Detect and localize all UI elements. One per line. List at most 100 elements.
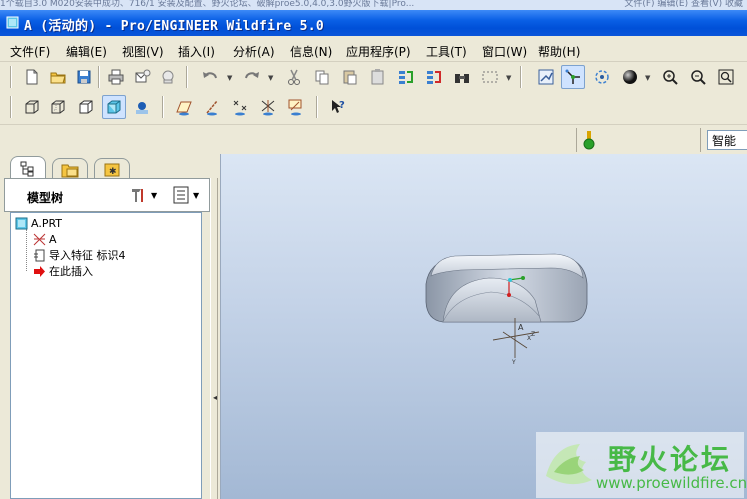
no-hidden-button[interactable] [74, 95, 98, 119]
shaded-cube-icon [107, 100, 121, 114]
send-email-button[interactable] [130, 65, 154, 89]
strip-divider [700, 128, 701, 152]
toolbar-separator [186, 66, 188, 88]
model-tree-title: 模型树 [27, 191, 64, 205]
new-button[interactable] [20, 65, 44, 89]
menu-window[interactable]: 窗口(W) [482, 43, 527, 60]
tab-folder-browser[interactable] [52, 158, 88, 180]
print-button[interactable] [104, 65, 128, 89]
wireframe-cube-icon [25, 100, 39, 114]
orient-mode-button[interactable] [590, 65, 614, 89]
tools-hammer-icon [132, 189, 143, 202]
undo-dropdown-icon[interactable]: ▼ [227, 74, 232, 82]
annotation-toggle[interactable] [284, 95, 308, 119]
tree-item-csys[interactable]: A [33, 231, 57, 247]
regen-manager-button[interactable] [422, 65, 446, 89]
hidden-line-button[interactable] [46, 95, 70, 119]
csys-toggle[interactable] [256, 95, 280, 119]
tab-favorites[interactable]: ✱ [94, 158, 130, 180]
menu-edit[interactable]: 编辑(E) [66, 43, 107, 60]
tree-item-label: 在此插入 [49, 265, 93, 278]
paste-special-button[interactable] [366, 65, 390, 89]
selection-filter-select[interactable]: 智能 [707, 130, 747, 150]
redo-icon [245, 72, 259, 79]
tree-item-import-feature[interactable]: 导入特征 标识4 [33, 247, 126, 263]
csys-name-label: A [518, 323, 524, 332]
saved-views-button[interactable] [130, 95, 154, 119]
copy-icon [315, 70, 329, 85]
save-button[interactable] [72, 65, 96, 89]
select-box-dropdown-icon[interactable]: ▼ [506, 74, 511, 82]
navigator-tabs: ✱ [0, 154, 220, 180]
tree-item-part[interactable]: A.PRT [15, 215, 62, 231]
menu-insert[interactable]: 插入(I) [178, 43, 215, 60]
datum-point-icon [233, 100, 247, 116]
datum-points-toggle[interactable] [228, 95, 252, 119]
insert-here-arrow-icon [34, 265, 45, 277]
context-help-button[interactable]: ? [326, 95, 350, 119]
tree-item-label: 导入特征 标识4 [49, 249, 126, 262]
undo-button[interactable] [198, 65, 222, 89]
import-feature-icon [34, 249, 45, 261]
zoom-out-icon [691, 70, 706, 85]
tab-model-tree[interactable] [10, 156, 46, 180]
csys-icon [33, 233, 46, 245]
background-browser-strip: 1个载自3.0 M020安装中成功、716/1 安装及配置、野火论坛、破解pro… [0, 0, 747, 10]
cut-button[interactable] [282, 65, 306, 89]
model-tree-tab-icon [20, 161, 34, 176]
menu-info[interactable]: 信息(N) [290, 43, 332, 60]
tree-item-label: A [49, 232, 57, 246]
paste-button[interactable] [338, 65, 362, 89]
regenerate-button[interactable] [394, 65, 418, 89]
shading-button[interactable] [102, 95, 126, 119]
tree-item-insert-here[interactable]: 在此插入 [33, 263, 93, 279]
toolbar-grip[interactable] [10, 96, 12, 118]
settings-dropdown-icon: ▼ [151, 190, 158, 200]
menu-help[interactable]: 帮助(H) [538, 43, 580, 60]
redo-dropdown-icon[interactable]: ▼ [268, 74, 273, 82]
menu-file[interactable]: 文件(F) [10, 43, 50, 60]
spin-center-button[interactable] [561, 65, 585, 89]
model-tree-settings-button[interactable]: ▼ [129, 184, 165, 206]
appearance-dropdown-icon[interactable]: ▼ [645, 74, 650, 82]
toolbar-grip[interactable] [10, 66, 12, 88]
open-button[interactable] [46, 65, 70, 89]
appearance-button[interactable] [618, 65, 642, 89]
title-bar[interactable]: A (活动的) - Pro/ENGINEER Wildfire 5.0 [0, 10, 747, 36]
repaint-button[interactable] [534, 65, 558, 89]
datum-axes-toggle[interactable] [200, 95, 224, 119]
saved-views-icon [136, 102, 148, 114]
menu-applications[interactable]: 应用程序(P) [346, 43, 411, 60]
select-box-button[interactable] [478, 65, 502, 89]
wireframe-button[interactable] [20, 95, 44, 119]
spin-center-icon [565, 69, 580, 84]
toolbars: ▼ ▼ ▼ ▼ ? [0, 62, 747, 124]
menu-analysis[interactable]: 分析(A) [233, 43, 275, 60]
navigator-splitter[interactable]: ◂ [210, 178, 218, 499]
model-tree-show-button[interactable]: ▼ [171, 184, 207, 206]
send-link-button[interactable] [156, 65, 180, 89]
find-button[interactable] [450, 65, 474, 89]
datum-planes-toggle[interactable] [172, 95, 196, 119]
menu-tools[interactable]: 工具(T) [426, 43, 467, 60]
menu-view[interactable]: 视图(V) [122, 43, 164, 60]
proe-window: 1个载自3.0 M020安装中成功、716/1 安装及配置、野火论坛、破解pro… [0, 0, 747, 499]
tree-connector [26, 229, 27, 271]
copy-button[interactable] [310, 65, 334, 89]
zoom-in-button[interactable] [658, 65, 682, 89]
email-link-icon [162, 70, 174, 84]
zoom-out-button[interactable] [686, 65, 710, 89]
scissors-icon [288, 69, 300, 85]
window-title: A (活动的) - Pro/ENGINEER Wildfire 5.0 [24, 19, 324, 34]
collapse-arrow-icon: ◂ [213, 393, 218, 402]
toolbar-separator [162, 96, 164, 118]
redo-button[interactable] [240, 65, 264, 89]
part-icon [15, 217, 28, 229]
navigator-panel: ✱ 模型树 ▼ ▼ A.PRT A 导入特征 标识4 在此插入 ◂ [0, 154, 220, 499]
toolbar-separator [520, 66, 522, 88]
sphere-appearance-icon [623, 70, 637, 84]
refit-button[interactable] [714, 65, 738, 89]
email-icon [135, 69, 151, 83]
open-folder-icon [50, 72, 66, 84]
ghost-left-text: 1个载自3.0 M020安装中成功、716/1 安装及配置、野火论坛、破解pro… [0, 0, 415, 9]
